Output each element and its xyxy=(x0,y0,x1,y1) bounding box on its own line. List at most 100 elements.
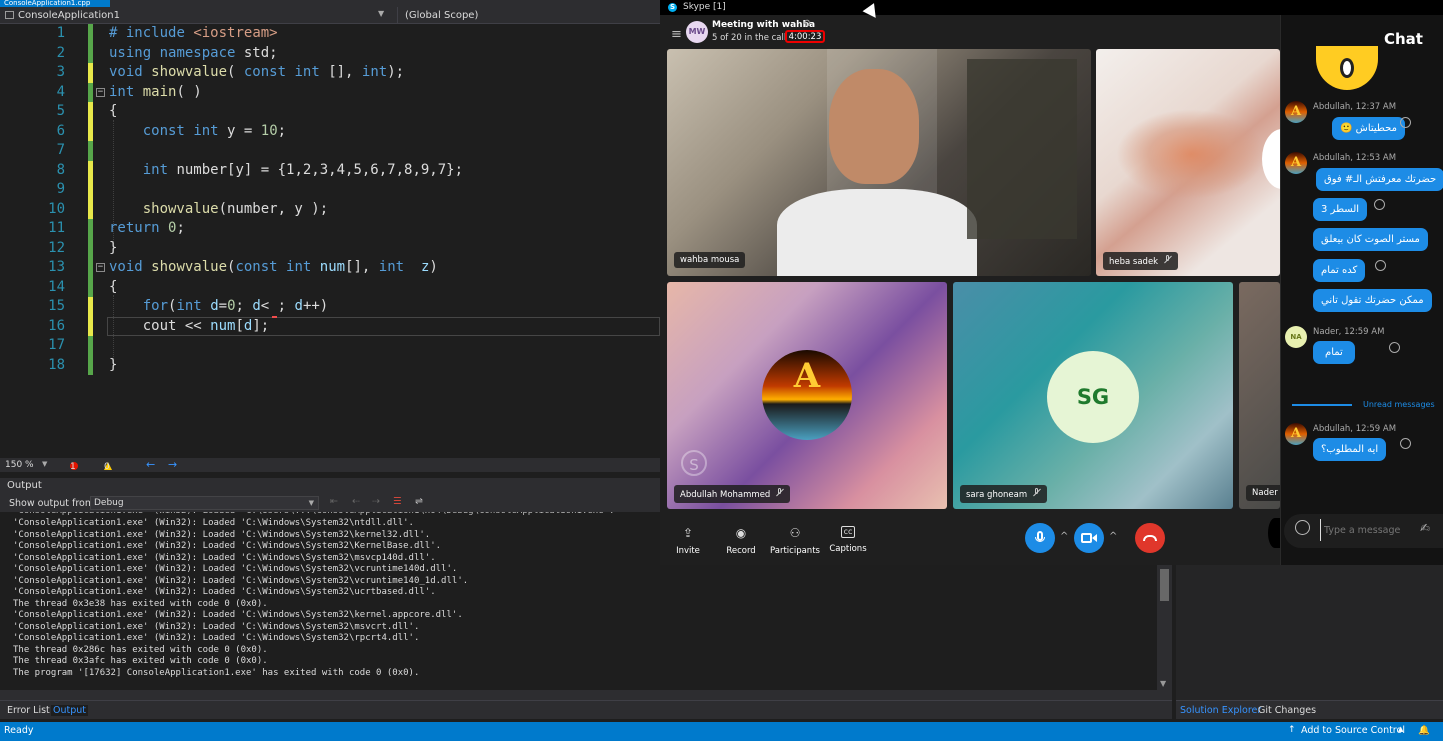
handwriting-icon[interactable]: ✍ xyxy=(1420,521,1430,535)
code-line[interactable]: 4 − int main( ) xyxy=(0,82,660,102)
output-line: The program '[17632] ConsoleApplication1… xyxy=(13,667,420,678)
reaction-icon[interactable] xyxy=(1375,260,1386,271)
next-icon[interactable]: ⇢ xyxy=(372,496,380,507)
message-input[interactable] xyxy=(1320,519,1421,541)
participant-tile[interactable]: wahba mousa xyxy=(667,49,1091,276)
editor-tab[interactable]: ConsoleApplication1.cpp xyxy=(0,0,110,7)
error-squiggle xyxy=(272,313,277,318)
invite-button[interactable]: ⇪ Invite xyxy=(658,526,718,556)
participant-tile[interactable]: Nader xyxy=(1239,282,1280,509)
output-source-select[interactable]: Debug ▼ xyxy=(90,496,319,510)
clear-all-icon[interactable]: ☰ xyxy=(393,496,402,507)
chevron-up-icon[interactable]: ▲ xyxy=(1398,725,1403,733)
change-marker xyxy=(88,219,93,239)
add-to-source-control[interactable]: Add to Source Control xyxy=(1301,725,1405,736)
code-line[interactable]: 5{ xyxy=(0,102,660,122)
arrow-right-icon[interactable]: → xyxy=(168,458,177,471)
avatar[interactable]: A xyxy=(1285,101,1307,123)
code-line[interactable]: 17 xyxy=(0,336,660,356)
call-duration: 4:00:23 xyxy=(785,30,825,43)
output-line: 'ConsoleApplication1.exe' (Win32): Loade… xyxy=(13,518,414,528)
reaction-icon[interactable] xyxy=(1374,199,1385,210)
collapse-icon[interactable]: − xyxy=(96,87,105,97)
reaction-icon[interactable] xyxy=(1400,438,1411,449)
change-marker xyxy=(88,43,93,63)
arrow-up-icon: ↑ xyxy=(1288,725,1296,735)
hamburger-menu-icon[interactable]: ≡ xyxy=(671,27,682,42)
bottom-tab-bar: Error List Output xyxy=(0,700,1172,719)
output-line: 'ConsoleApplication1.exe' (Win32): Loade… xyxy=(13,575,469,586)
invite-label: Invite xyxy=(676,546,700,556)
code-line[interactable]: 6 const int y = 10; xyxy=(0,121,660,141)
code-line[interactable]: 9 xyxy=(0,180,660,200)
code-line[interactable]: 7 xyxy=(0,141,660,161)
tab-error-list[interactable]: Error List xyxy=(7,705,50,716)
participant-tile[interactable]: A S Abdullah Mohammed xyxy=(667,282,947,509)
chat-message[interactable]: تمام xyxy=(1313,341,1355,364)
collapse-icon[interactable]: − xyxy=(96,263,105,272)
participant-name: wahba mousa xyxy=(674,252,746,268)
video-button[interactable] xyxy=(1074,523,1104,553)
project-dropdown[interactable]: ConsoleApplication1 xyxy=(18,10,120,21)
chevron-down-icon[interactable]: ▼ xyxy=(42,460,47,468)
participant-tile[interactable]: heba sadek xyxy=(1096,49,1280,276)
word-wrap-icon[interactable]: ⇌ xyxy=(415,496,423,507)
skype-watermark-icon: S xyxy=(681,450,707,476)
code-line[interactable]: 14 { xyxy=(0,277,660,297)
call-count: 5 of 20 in the call xyxy=(712,33,787,43)
horizontal-scrollbar[interactable] xyxy=(0,690,1172,700)
code-line[interactable]: 12} xyxy=(0,238,660,258)
code-line[interactable]: 16 cout << num[d]; xyxy=(0,316,660,336)
code-line[interactable]: 1 # include <iostream> xyxy=(0,24,660,44)
notification-bell-icon[interactable]: 🔔 xyxy=(1418,725,1430,736)
prev-icon[interactable]: ⇠ xyxy=(352,496,360,507)
settings-gear-icon[interactable]: ⚙ xyxy=(803,19,811,29)
captions-button[interactable]: cc Captions xyxy=(818,526,878,554)
chat-message[interactable]: كده تمام xyxy=(1313,259,1366,282)
code-line[interactable]: 15 for(int d=0; d< ; d++) xyxy=(0,297,660,317)
code-text: int number[y] = {1,2,3,4,5,6,7,8,9,7}; xyxy=(142,161,464,178)
chevron-down-icon[interactable]: ▼ xyxy=(378,9,384,18)
chat-message[interactable]: ممكن حضرتك تقول تاني xyxy=(1313,289,1432,312)
scrollbar-thumb[interactable] xyxy=(1160,569,1169,601)
code-line[interactable]: 11 return 0; xyxy=(0,219,660,239)
avatar[interactable]: A xyxy=(1285,152,1307,174)
chat-message[interactable]: ايه المطلوب؟ xyxy=(1313,438,1387,461)
chevron-up-icon[interactable]: ^ xyxy=(1060,531,1068,542)
code-line[interactable]: 3 void showvalue( const int [], int); xyxy=(0,63,660,83)
avatar-initials[interactable]: NA xyxy=(1285,326,1307,348)
scope-dropdown[interactable]: (Global Scope) xyxy=(405,10,478,21)
status-bar: Ready ↑ Add to Source Control ▲ 🔔 xyxy=(0,722,1443,741)
code-line[interactable]: 10 showvalue(number, y ); xyxy=(0,199,660,219)
record-button[interactable]: ◉ Record xyxy=(711,526,771,556)
mic-button[interactable] xyxy=(1025,523,1055,553)
line-number: 5 xyxy=(56,103,65,119)
chevron-up-icon[interactable]: ^ xyxy=(1109,531,1117,542)
chat-message[interactable]: مستر الصوت كان بيعلق xyxy=(1313,228,1428,251)
find-icon[interactable]: ⇤ xyxy=(330,496,338,507)
scroll-down-icon[interactable]: ▼ xyxy=(1160,679,1166,688)
code-line[interactable]: 2 using namespace std; xyxy=(0,43,660,63)
tab-output[interactable]: Output xyxy=(51,705,88,716)
participant-tile[interactable]: SG sara ghoneam xyxy=(953,282,1233,509)
code-line[interactable]: 13 − void showvalue(const int num[], int z… xyxy=(0,258,660,278)
meeting-title[interactable]: Meeting with wahba xyxy=(712,20,815,30)
zoom-level[interactable]: 150 % xyxy=(5,460,34,470)
tab-solution-explorer[interactable]: Solution Explorer xyxy=(1180,705,1261,716)
avatar[interactable]: A xyxy=(1285,423,1307,445)
code-line[interactable]: 8 int number[y] = {1,2,3,4,5,6,7,8,9,7}; xyxy=(0,160,660,180)
participant-name: Nader xyxy=(1246,485,1280,501)
skype-window-title: Skype [1] xyxy=(683,2,726,12)
emoji-icon[interactable] xyxy=(1295,520,1310,535)
reaction-icon[interactable] xyxy=(1389,342,1400,353)
chat-message[interactable]: محطيتاش 🙂 xyxy=(1332,117,1405,140)
tab-git-changes[interactable]: Git Changes xyxy=(1258,705,1316,716)
arrow-left-icon[interactable]: ← xyxy=(146,458,155,471)
chat-message[interactable]: السطر 3 xyxy=(1313,198,1368,221)
end-call-button[interactable] xyxy=(1135,523,1165,553)
reaction-icon[interactable] xyxy=(1400,117,1411,128)
line-number: 6 xyxy=(56,122,65,139)
code-line[interactable]: 18} xyxy=(0,355,660,375)
chat-message[interactable]: حضرتك معرفتش الـ# فوق xyxy=(1316,168,1443,191)
participants-button[interactable]: ⚇ Participants xyxy=(765,526,825,556)
